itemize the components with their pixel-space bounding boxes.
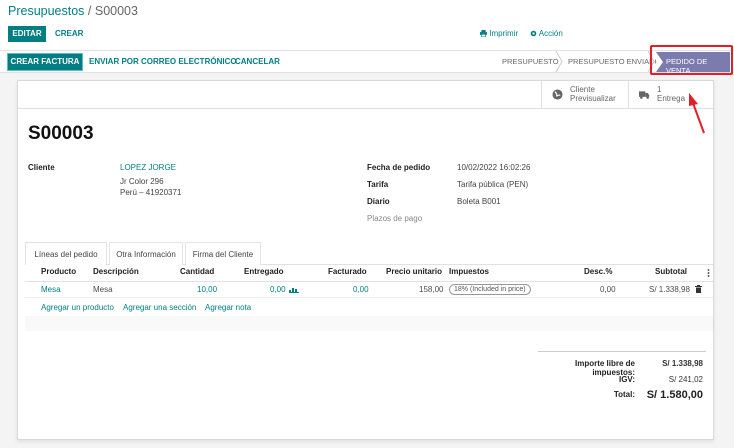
cell-discount[interactable]: 0,00: [600, 285, 616, 294]
cell-product[interactable]: Mesa: [41, 285, 61, 294]
cell-description[interactable]: Mesa: [93, 285, 113, 294]
cell-invoiced[interactable]: 0,00: [353, 285, 369, 294]
print-icon: [480, 30, 487, 38]
col-delivered[interactable]: Entregado: [244, 267, 284, 276]
total-label: Total:: [613, 390, 635, 399]
order-date-label: Fecha de pedido: [367, 163, 431, 172]
chevron-right-icon: [555, 51, 563, 72]
total-value: S/ 1.580,00: [646, 389, 703, 401]
col-subtotal[interactable]: Subtotal: [655, 267, 687, 276]
breadcrumb-separator: /: [84, 4, 95, 18]
create-button[interactable]: CREAR: [55, 29, 83, 38]
empty-row: [25, 316, 713, 331]
order-date-value: 10/02/2022 16:02:26: [457, 163, 531, 172]
action-label: Acción: [538, 29, 563, 38]
col-product[interactable]: Producto: [41, 267, 76, 276]
customer-preview-button[interactable]: Cliente Previsualizar: [541, 81, 628, 108]
delivery-count: 1: [657, 85, 662, 94]
print-label: Imprimir: [489, 29, 519, 38]
breadcrumb-current: S00003: [94, 4, 138, 18]
cancel-button[interactable]: CANCELAR: [235, 57, 280, 66]
forecast-chart-icon[interactable]: [289, 286, 299, 293]
pricelist-value: Tarifa pública (PEN): [457, 180, 529, 189]
create-invoice-button[interactable]: CREAR FACTURA: [7, 53, 83, 71]
trash-icon[interactable]: [695, 285, 702, 293]
control-panel: Presupuestos / S00003 EDITAR CREAR Impri…: [0, 0, 734, 50]
action-menu[interactable]: Acción: [530, 29, 563, 38]
table-header-divider: [25, 281, 713, 282]
delivery-label: Entrega: [657, 94, 686, 103]
col-quantity[interactable]: Cantidad: [180, 267, 214, 276]
payment-terms-label: Plazos de pago: [367, 214, 423, 223]
customer-address-line1: Jr Color 296: [120, 177, 164, 186]
smart-button-box: Cliente Previsualizar 1 Entrega: [18, 81, 713, 109]
add-product-link[interactable]: Agregar un producto: [41, 303, 114, 312]
col-taxes[interactable]: Impuestos: [449, 267, 489, 276]
add-note-link[interactable]: Agregar nota: [205, 303, 251, 312]
col-description[interactable]: Descripción: [93, 267, 139, 276]
delivery-button[interactable]: 1 Entrega: [628, 81, 713, 108]
edit-button[interactable]: EDITAR: [8, 26, 46, 42]
highlight-annotation: [650, 45, 733, 75]
col-discount[interactable]: Desc.%: [584, 267, 612, 276]
tab-order-lines[interactable]: Líneas del pedido: [25, 242, 107, 265]
cell-unit-price[interactable]: 158,00: [419, 285, 443, 294]
page-title: S00003: [28, 123, 94, 144]
col-unit-price[interactable]: Precio unitario: [386, 267, 442, 276]
notebook-tabs: Líneas del pedido Otra Información Firma…: [25, 242, 713, 265]
tax-amount-value: S/ 241,02: [668, 375, 703, 384]
gear-icon: [530, 30, 537, 37]
totals-divider: [538, 351, 706, 352]
tax-amount-label: IGV:: [618, 375, 635, 384]
untaxed-amount-value: S/ 1.338,98: [662, 359, 703, 368]
truck-icon: [639, 91, 650, 99]
send-email-button[interactable]: ENVIAR POR CORREO ELECTRÓNICO: [89, 57, 237, 66]
customer-name[interactable]: LOPEZ JORGE: [120, 163, 176, 172]
journal-label: Diario: [367, 197, 390, 206]
breadcrumb-parent[interactable]: Presupuestos: [8, 4, 84, 18]
col-invoiced[interactable]: Facturado: [328, 267, 367, 276]
preview-line2: Previsualizar: [570, 94, 616, 103]
statusbar: CREAR FACTURA ENVIAR POR CORREO ELECTRÓN…: [0, 50, 734, 75]
journal-value: Boleta B001: [457, 197, 501, 206]
customer-address-line2: Perú – 41920371: [120, 188, 182, 197]
pricelist-label: Tarifa: [367, 180, 389, 189]
tab-other-info[interactable]: Otra Información: [109, 242, 183, 265]
cell-subtotal: S/ 1.338,98: [649, 285, 690, 294]
optional-columns-icon[interactable]: [707, 269, 710, 277]
cell-quantity[interactable]: 10,00: [197, 285, 217, 294]
tab-customer-signature[interactable]: Firma del Cliente: [185, 242, 261, 265]
globe-icon: [552, 89, 563, 100]
customer-label: Cliente: [28, 163, 55, 172]
preview-line1: Cliente: [570, 85, 595, 94]
form-sheet: Cliente Previsualizar 1 Entrega S00003 C…: [17, 80, 714, 440]
print-menu[interactable]: Imprimir: [480, 29, 518, 38]
cell-delivered[interactable]: 0,00: [270, 285, 286, 294]
tax-badge[interactable]: 18% (Included in price): [449, 284, 531, 295]
add-section-link[interactable]: Agregar una sección: [123, 303, 196, 312]
breadcrumb: Presupuestos / S00003: [8, 4, 138, 18]
status-step-quotation[interactable]: PRESUPUESTO: [502, 57, 559, 66]
